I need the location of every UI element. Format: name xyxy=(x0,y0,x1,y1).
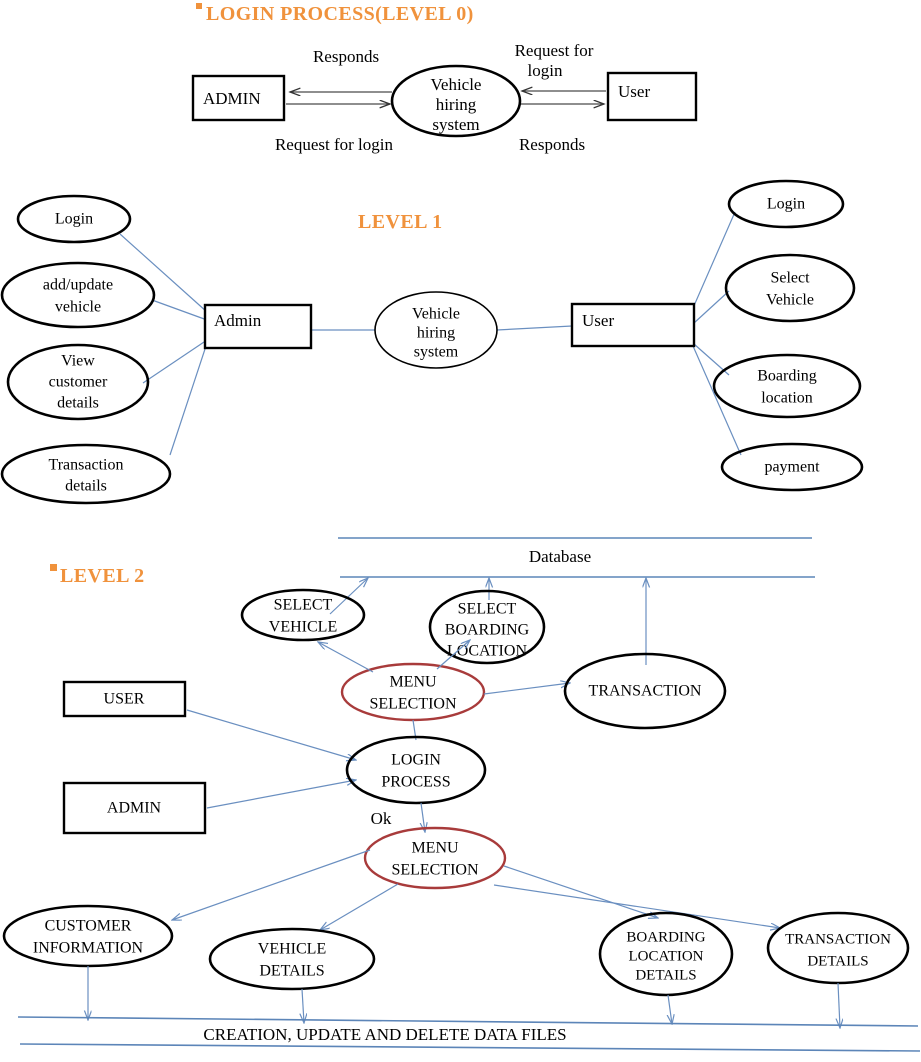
level1-process-line1: Vehicle xyxy=(412,306,460,323)
level1-process-line2: hiring xyxy=(417,325,455,342)
level2-edge-menulower-to-boardingdetails xyxy=(503,865,658,918)
level1-admin-label: Admin xyxy=(214,311,262,330)
level1-user-process-boarding-location[interactable] xyxy=(712,353,862,419)
level0-flow-label-responds-left: Responds xyxy=(313,47,379,66)
level1-user-process-boarding-line1: Boarding xyxy=(757,368,817,385)
level2-flow-label-ok: Ok xyxy=(371,809,392,828)
level1-user-process-selectvehicle-line2: Vehicle xyxy=(766,292,814,309)
level0-heading-bullet-icon xyxy=(196,3,202,9)
level2-edge-menu-to-selectvehicle xyxy=(318,642,374,673)
level2-database-store-label: Database xyxy=(529,547,591,566)
level2-customer-information-line1: CUSTOMER xyxy=(45,918,132,935)
level2-boarding-details-line2: LOCATION xyxy=(629,948,704,964)
level0-process-label-line3: system xyxy=(432,115,479,134)
level1-edge-user-selectvehicle xyxy=(693,290,730,324)
level2-section: LEVEL 2 Database SELECT VEHICLE SELECT B… xyxy=(2,537,921,1052)
level2-process-vehicle-details[interactable] xyxy=(208,927,376,991)
level2-datafiles-store-label: CREATION, UPDATE AND DELETE DATA FILES xyxy=(203,1025,566,1044)
level2-boarding-location-line2: BOARDING xyxy=(445,622,530,639)
level2-edge-admin-to-loginprocess xyxy=(206,780,356,809)
level2-menu-selection-upper-line2: SELECTION xyxy=(369,696,457,713)
dfd-canvas: LOGIN PROCESS(LEVEL 0) ADMIN User Vehicl… xyxy=(0,3,921,1052)
level1-user-process-payment-line1: payment xyxy=(764,459,820,476)
level1-edge-admin-viewcustomer xyxy=(142,339,208,384)
dfd-diagram-root: LOGIN PROCESS(LEVEL 0) ADMIN User Vehicl… xyxy=(0,0,921,1062)
level2-heading: LEVEL 2 xyxy=(60,565,145,587)
level2-menu-selection-lower-line2: SELECTION xyxy=(391,862,479,879)
level2-customer-information-line2: INFORMATION xyxy=(33,940,144,957)
level1-edge-process-to-user xyxy=(496,325,573,331)
level1-edge-user-login xyxy=(692,211,736,309)
level1-admin-process-addupdate-line2: vehicle xyxy=(55,299,101,316)
level2-menu-selection-upper-line1: MENU xyxy=(389,674,437,691)
level1-user-process-selectvehicle-line1: Select xyxy=(770,270,810,287)
level2-boarding-location-line1: SELECT xyxy=(458,601,517,618)
level2-process-customer-information[interactable] xyxy=(2,904,174,968)
level2-boarding-details-line3: DETAILS xyxy=(635,967,696,983)
level1-admin-process-viewcustomer-line2: customer xyxy=(49,374,108,391)
level0-process-label-line2: hiring xyxy=(436,95,477,114)
level2-login-process-line1: LOGIN xyxy=(391,752,441,769)
level2-transaction-details-line1: TRANSACTION xyxy=(785,931,891,947)
level0-user-label: User xyxy=(618,82,650,101)
level2-edge-boardingdetails-to-datafiles xyxy=(668,994,672,1024)
level1-admin-process-login-line1: Login xyxy=(55,211,93,228)
level2-transaction-line1: TRANSACTION xyxy=(589,683,702,700)
level1-user-label: User xyxy=(582,311,614,330)
level1-admin-process-transaction-line2: details xyxy=(65,478,107,495)
level2-process-menu-selection-lower[interactable] xyxy=(363,826,507,890)
level0-flow-label-responds-right: Responds xyxy=(519,135,585,154)
level0-flow-label-request-right-line2: login xyxy=(528,61,563,80)
level2-edge-menulower-to-transactiondetails xyxy=(493,884,780,928)
level2-menu-selection-lower-line1: MENU xyxy=(411,840,459,857)
level1-admin-process-add-update-vehicle[interactable] xyxy=(0,261,156,329)
level0-flow-label-request-right-line1: Request for xyxy=(515,41,594,60)
level2-select-vehicle-line2: VEHICLE xyxy=(269,619,337,636)
level1-edge-admin-transaction xyxy=(169,342,208,456)
level0-flow-label-request-left: Request for login xyxy=(275,135,394,154)
level1-user-process-boarding-line2: location xyxy=(761,390,813,407)
level2-vehicle-details-line1: VEHICLE xyxy=(258,941,326,958)
level0-section: LOGIN PROCESS(LEVEL 0) ADMIN User Vehicl… xyxy=(191,3,698,154)
level1-user-process-select-vehicle[interactable] xyxy=(724,253,856,323)
level1-admin-process-addupdate-line1: add/update xyxy=(43,277,113,294)
level1-edge-user-payment xyxy=(692,345,742,456)
level2-edge-user-to-loginprocess xyxy=(186,709,356,760)
level2-heading-bullet-icon xyxy=(50,564,57,571)
level2-process-transaction-details[interactable] xyxy=(766,911,910,985)
level1-admin-process-viewcustomer-line3: details xyxy=(57,395,99,412)
level2-admin-entity-label: ADMIN xyxy=(107,800,162,817)
level1-edge-admin-addupdate xyxy=(151,299,208,321)
level0-admin-label: ADMIN xyxy=(203,89,261,108)
level2-user-entity-label: USER xyxy=(104,691,145,708)
level2-boarding-location-line3: LOCATION xyxy=(447,643,527,660)
level0-process-label-line1: Vehicle xyxy=(431,75,482,94)
level2-datafiles-store-bottom-line xyxy=(19,1043,921,1052)
level1-user-process-login-line1: Login xyxy=(767,196,805,213)
level0-heading: LOGIN PROCESS(LEVEL 0) xyxy=(206,3,474,25)
level2-edge-vehicledetails-to-datafiles xyxy=(302,988,304,1023)
level1-heading: LEVEL 1 xyxy=(358,211,443,233)
level2-edge-transactiondetails-to-datafiles xyxy=(838,982,840,1028)
level1-admin-process-viewcustomer-line1: View xyxy=(61,353,95,370)
level2-edge-menu-to-transaction xyxy=(483,683,570,695)
level2-transaction-details-line2: DETAILS xyxy=(807,953,868,969)
level2-vehicle-details-line2: DETAILS xyxy=(259,963,324,980)
level1-process-line3: system xyxy=(414,344,459,361)
level2-edge-menulower-to-customerinfo xyxy=(172,849,371,920)
level2-boarding-details-line1: BOARDING xyxy=(626,929,705,945)
level1-section: LEVEL 1 Admin User Vehicle hiring system… xyxy=(0,179,864,505)
level2-process-login-process[interactable] xyxy=(345,735,487,805)
level2-login-process-line2: PROCESS xyxy=(381,774,450,791)
level2-select-vehicle-line1: SELECT xyxy=(274,597,333,614)
level1-admin-process-transaction-line1: Transaction xyxy=(49,457,124,474)
level2-edge-menulower-to-vehicledetails xyxy=(320,883,399,930)
